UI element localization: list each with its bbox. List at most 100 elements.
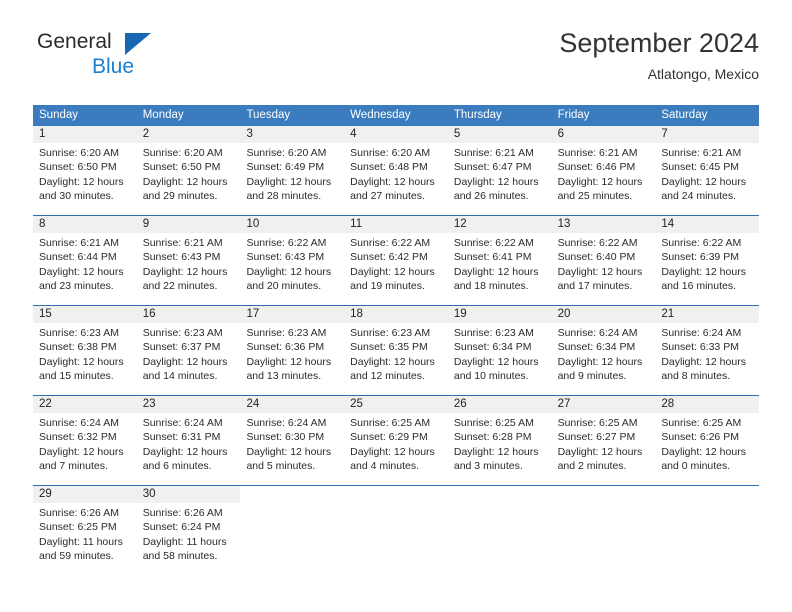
day-number: 4: [344, 126, 448, 143]
day-info: Sunrise: 6:21 AM Sunset: 6:46 PM Dayligh…: [552, 143, 656, 204]
sunset-text: Sunset: 6:38 PM: [39, 341, 117, 354]
sunset-text: Sunset: 6:34 PM: [557, 341, 636, 354]
sunset-text: Sunset: 6:34 PM: [453, 341, 532, 354]
day-info: Sunrise: 6:20 AM Sunset: 6:50 PM Dayligh…: [137, 143, 241, 204]
day-number: 3: [240, 126, 345, 143]
day-cell[interactable]: 26 Sunrise: 6:25 AM Sunset: 6:28 PM Dayl…: [447, 396, 552, 485]
day-cell[interactable]: 9 Sunrise: 6:21 AM Sunset: 6:43 PM Dayli…: [136, 216, 241, 305]
day-number: 29: [33, 486, 137, 503]
sunset-text: Sunset: 6:31 PM: [142, 431, 221, 444]
general-blue-logo[interactable]: General Blue: [33, 30, 253, 90]
day-cell[interactable]: 30 Sunrise: 6:26 AM Sunset: 6:24 PM Dayl…: [136, 486, 241, 575]
day-number: 11: [344, 216, 448, 233]
day-number: 14: [655, 216, 760, 233]
daylight-text: Daylight: 12 hours and 2 minutes.: [557, 445, 643, 473]
sunset-text: Sunset: 6:43 PM: [142, 251, 221, 264]
day-cell[interactable]: 2 Sunrise: 6:20 AM Sunset: 6:50 PM Dayli…: [136, 126, 241, 215]
day-cell[interactable]: 1 Sunrise: 6:20 AM Sunset: 6:50 PM Dayli…: [33, 126, 137, 215]
day-cell[interactable]: 5 Sunrise: 6:21 AM Sunset: 6:47 PM Dayli…: [447, 126, 552, 215]
day-cell[interactable]: 28 Sunrise: 6:25 AM Sunset: 6:26 PM Dayl…: [655, 396, 760, 485]
day-number: 25: [344, 396, 448, 413]
day-number: 24: [240, 396, 345, 413]
day-cell-empty: [551, 486, 656, 575]
daylight-text: Daylight: 11 hours and 59 minutes.: [39, 535, 123, 563]
day-number: 19: [447, 306, 552, 323]
day-cell[interactable]: 11 Sunrise: 6:22 AM Sunset: 6:42 PM Dayl…: [344, 216, 448, 305]
day-cell[interactable]: 6 Sunrise: 6:21 AM Sunset: 6:46 PM Dayli…: [551, 126, 656, 215]
day-cell[interactable]: 22 Sunrise: 6:24 AM Sunset: 6:32 PM Dayl…: [33, 396, 137, 485]
day-number: 20: [551, 306, 656, 323]
day-info: Sunrise: 6:20 AM Sunset: 6:48 PM Dayligh…: [344, 143, 448, 204]
day-cell[interactable]: 24 Sunrise: 6:24 AM Sunset: 6:30 PM Dayl…: [240, 396, 345, 485]
day-number: 23: [136, 396, 241, 413]
day-info: Sunrise: 6:23 AM Sunset: 6:38 PM Dayligh…: [33, 323, 137, 384]
sunrise-text: Sunrise: 6:23 AM: [453, 327, 534, 339]
daylight-text: Daylight: 12 hours and 6 minutes.: [142, 445, 228, 473]
day-info: Sunrise: 6:26 AM Sunset: 6:25 PM Dayligh…: [33, 503, 137, 564]
daylight-text: Daylight: 12 hours and 17 minutes.: [557, 265, 643, 293]
weekday-header-monday: Monday: [142, 109, 184, 121]
day-info: Sunrise: 6:25 AM Sunset: 6:26 PM Dayligh…: [655, 413, 759, 474]
day-number: 28: [655, 396, 760, 413]
sunrise-text: Sunrise: 6:24 AM: [142, 417, 223, 429]
day-number: 21: [655, 306, 760, 323]
day-info: Sunrise: 6:22 AM Sunset: 6:42 PM Dayligh…: [344, 233, 448, 294]
sunrise-text: Sunrise: 6:26 AM: [39, 507, 119, 519]
day-cell[interactable]: 21 Sunrise: 6:24 AM Sunset: 6:33 PM Dayl…: [655, 306, 760, 395]
day-cell[interactable]: 29 Sunrise: 6:26 AM Sunset: 6:25 PM Dayl…: [33, 486, 137, 575]
sunset-text: Sunset: 6:36 PM: [246, 341, 325, 354]
weekday-header-wednesday: Wednesday: [350, 109, 411, 121]
daylight-text: Daylight: 12 hours and 25 minutes.: [557, 175, 643, 203]
weekday-header-sunday: Sunday: [39, 109, 79, 121]
sunrise-text: Sunrise: 6:21 AM: [453, 147, 534, 159]
daylight-text: Daylight: 12 hours and 30 minutes.: [39, 175, 124, 203]
sunset-text: Sunset: 6:26 PM: [661, 431, 739, 444]
sunset-text: Sunset: 6:50 PM: [142, 161, 221, 174]
sunset-text: Sunset: 6:46 PM: [557, 161, 636, 174]
day-cell[interactable]: 10 Sunrise: 6:22 AM Sunset: 6:43 PM Dayl…: [240, 216, 345, 305]
sunset-text: Sunset: 6:27 PM: [557, 431, 636, 444]
daylight-text: Daylight: 12 hours and 15 minutes.: [39, 355, 124, 383]
day-number: 18: [344, 306, 448, 323]
day-info: Sunrise: 6:21 AM Sunset: 6:45 PM Dayligh…: [655, 143, 759, 204]
day-cell[interactable]: 4 Sunrise: 6:20 AM Sunset: 6:48 PM Dayli…: [344, 126, 448, 215]
daylight-text: Daylight: 12 hours and 3 minutes.: [453, 445, 539, 473]
weekday-header-row: Sunday Monday Tuesday Wednesday Thursday…: [33, 105, 759, 126]
day-cell[interactable]: 14 Sunrise: 6:22 AM Sunset: 6:39 PM Dayl…: [655, 216, 760, 305]
day-info: Sunrise: 6:25 AM Sunset: 6:27 PM Dayligh…: [552, 413, 656, 474]
logo-text-general: General: [37, 30, 112, 53]
daylight-text: Daylight: 12 hours and 20 minutes.: [246, 265, 332, 293]
calendar-page: General Blue September 2024 Atlatongo, M…: [0, 0, 792, 612]
day-cell[interactable]: 23 Sunrise: 6:24 AM Sunset: 6:31 PM Dayl…: [136, 396, 241, 485]
day-cell[interactable]: 3 Sunrise: 6:20 AM Sunset: 6:49 PM Dayli…: [240, 126, 345, 215]
day-cell[interactable]: 17 Sunrise: 6:23 AM Sunset: 6:36 PM Dayl…: [240, 306, 345, 395]
day-info: Sunrise: 6:22 AM Sunset: 6:43 PM Dayligh…: [240, 233, 344, 294]
day-cell[interactable]: 25 Sunrise: 6:25 AM Sunset: 6:29 PM Dayl…: [344, 396, 448, 485]
sunrise-text: Sunrise: 6:26 AM: [142, 507, 223, 519]
sunset-text: Sunset: 6:29 PM: [350, 431, 428, 444]
day-cell[interactable]: 18 Sunrise: 6:23 AM Sunset: 6:35 PM Dayl…: [344, 306, 448, 395]
day-number: [240, 486, 345, 503]
sunset-text: Sunset: 6:24 PM: [142, 521, 221, 534]
day-cell[interactable]: 13 Sunrise: 6:22 AM Sunset: 6:40 PM Dayl…: [551, 216, 656, 305]
sunrise-text: Sunrise: 6:22 AM: [661, 237, 742, 249]
day-cell[interactable]: 19 Sunrise: 6:23 AM Sunset: 6:34 PM Dayl…: [447, 306, 552, 395]
day-cell[interactable]: 27 Sunrise: 6:25 AM Sunset: 6:27 PM Dayl…: [551, 396, 656, 485]
day-info: Sunrise: 6:20 AM Sunset: 6:50 PM Dayligh…: [33, 143, 137, 204]
day-cell[interactable]: 7 Sunrise: 6:21 AM Sunset: 6:45 PM Dayli…: [655, 126, 760, 215]
daylight-text: Daylight: 12 hours and 0 minutes.: [661, 445, 746, 473]
sunset-text: Sunset: 6:50 PM: [39, 161, 117, 174]
day-number: 5: [447, 126, 552, 143]
day-number: [551, 486, 656, 503]
day-number: 7: [655, 126, 760, 143]
day-number: 12: [447, 216, 552, 233]
day-cell[interactable]: 8 Sunrise: 6:21 AM Sunset: 6:44 PM Dayli…: [33, 216, 137, 305]
daylight-text: Daylight: 12 hours and 26 minutes.: [453, 175, 539, 203]
sunrise-text: Sunrise: 6:22 AM: [557, 237, 638, 249]
sunset-text: Sunset: 6:28 PM: [453, 431, 532, 444]
day-cell[interactable]: 16 Sunrise: 6:23 AM Sunset: 6:37 PM Dayl…: [136, 306, 241, 395]
day-cell[interactable]: 15 Sunrise: 6:23 AM Sunset: 6:38 PM Dayl…: [33, 306, 137, 395]
sunrise-text: Sunrise: 6:21 AM: [661, 147, 742, 159]
day-cell[interactable]: 20 Sunrise: 6:24 AM Sunset: 6:34 PM Dayl…: [551, 306, 656, 395]
day-cell[interactable]: 12 Sunrise: 6:22 AM Sunset: 6:41 PM Dayl…: [447, 216, 552, 305]
